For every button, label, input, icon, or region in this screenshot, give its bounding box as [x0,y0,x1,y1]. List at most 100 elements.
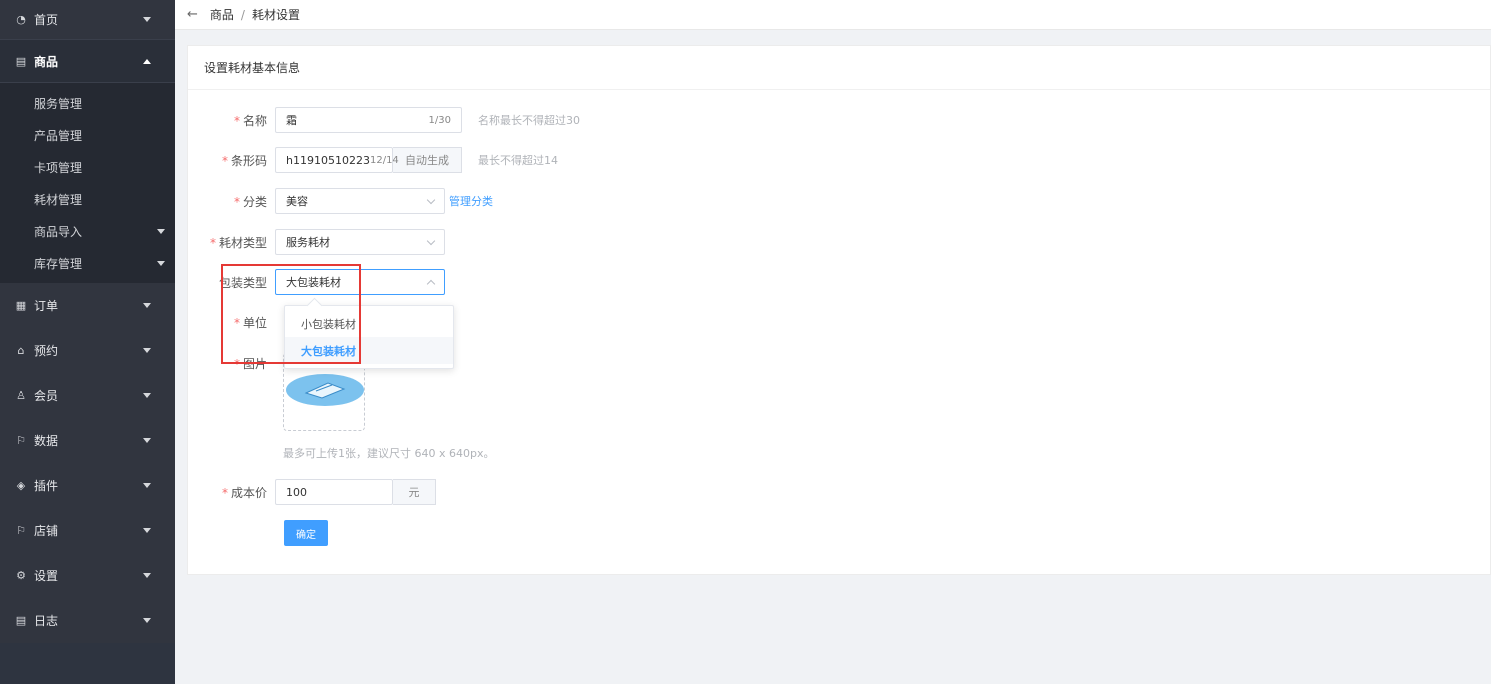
order-icon: ▦ [15,299,27,312]
option-large-package[interactable]: 大包装耗材 [285,337,453,364]
nav-member-label: 会员 [34,389,59,403]
name-label: * 名称 [233,113,267,128]
image-hint-row: 最多可上传1张，建议尺寸 640 x 640px。 [283,440,494,466]
category-value: 美容 [286,195,308,208]
option-small-package[interactable]: 小包装耗材 [285,310,453,337]
image-label-text: 图片 [242,356,267,371]
nav-order[interactable]: ▦ 订单 [0,283,175,328]
cost-value: 100 [286,485,307,499]
category-select[interactable]: 美容 [275,188,445,214]
chevron-down-icon [426,236,436,245]
goods-submenu: 服务管理 产品管理 卡项管理 耗材管理 商品导入 库存管理 [0,83,175,283]
barcode-label: * 条形码 [221,153,267,168]
sidebar-item-service[interactable]: 服务管理 [0,87,175,119]
breadcrumb-goods[interactable]: 商品 [210,6,234,23]
barcode-hint: 最长不得超过14 [478,154,558,167]
name-input[interactable]: 霜 1/30 [275,107,462,133]
sidebar-item-consumable[interactable]: 耗材管理 [0,183,175,215]
consumable-type-row: * 耗材类型 服务耗材 [183,229,445,255]
chevron-down-icon [426,195,436,204]
nav-log-label: 日志 [34,614,59,628]
name-label-text: 名称 [242,113,267,128]
document-icon: ▤ [15,54,27,68]
breadcrumb: ← 商品 / 耗材设置 [175,0,1491,30]
package-type-dropdown: 小包装耗材 大包装耗材 [284,305,454,369]
barcode-count: 12/14 [369,154,399,166]
barcode-input[interactable]: h11910510223 12/14 [275,147,399,173]
nav-store-label: 店铺 [34,524,59,538]
nav-member[interactable]: ♙ 会员 [0,373,175,418]
nav-order-label: 订单 [34,299,59,313]
consumable-type-label-text: 耗材类型 [218,235,267,250]
unit-row: * 单位 [183,309,275,335]
name-hint: 名称最长不得超过30 [478,114,580,127]
chevron-down-icon [143,528,151,533]
nav-home[interactable]: ◔ 首页 [0,0,175,40]
cost-input[interactable]: 100 [275,479,393,505]
dashboard-icon: ◔ [16,13,26,26]
chevron-down-icon [157,228,165,234]
nav-goods[interactable]: ▤ 商品 [0,40,175,83]
nav-appointment-label: 预约 [34,344,59,358]
flag-icon: ⚐ [16,434,26,447]
image-row: * 图片 [183,350,275,376]
image-label: * 图片 [233,356,267,371]
consumable-type-select[interactable]: 服务耗材 [275,229,445,255]
chevron-up-icon [426,279,436,288]
consumable-type-label: * 耗材类型 [209,235,267,250]
nav-log[interactable]: ▤ 日志 [0,598,175,643]
cost-label-text: 成本价 [230,485,267,500]
flag-icon: ⚐ [16,524,26,537]
sidebar-item-product[interactable]: 产品管理 [0,119,175,151]
unit-label-text: 单位 [242,315,267,330]
sidebar-item-import[interactable]: 商品导入 [0,215,175,247]
chevron-down-icon [143,573,151,578]
nav-goods-label: 商品 [34,54,59,69]
nav-plugin[interactable]: ◈ 插件 [0,463,175,508]
chevron-up-icon [143,58,151,64]
package-type-value: 大包装耗材 [286,276,341,289]
nav-settings-label: 设置 [34,569,59,583]
package-type-select[interactable]: 大包装耗材 [275,269,445,295]
cost-unit: 元 [393,479,436,505]
log-icon: ▤ [15,614,27,627]
nav-data[interactable]: ⚐ 数据 [0,418,175,463]
package-image-icon [304,382,346,399]
nav-settings[interactable]: ⚙ 设置 [0,553,175,598]
user-icon: ♙ [16,389,26,402]
gear-icon: ⚙ [16,569,26,582]
nav-appointment[interactable]: ⌂ 预约 [0,328,175,373]
breadcrumb-separator: / [240,7,245,22]
chevron-down-icon [157,260,165,266]
sidebar-item-stock[interactable]: 库存管理 [0,247,175,279]
cost-label: * 成本价 [221,485,267,500]
manage-category-link[interactable]: 管理分类 [449,193,493,209]
breadcrumb-current: 耗材设置 [251,8,300,22]
package-type-label: 包装类型 [218,275,267,290]
chevron-down-icon [143,438,151,443]
nav-plugin-label: 插件 [34,479,59,493]
auto-generate-button[interactable]: 自动生成 [393,147,462,173]
chevron-down-icon [143,618,151,623]
submit-button[interactable]: 确定 [284,520,328,546]
cube-icon: ◈ [16,479,26,492]
nav-data-label: 数据 [34,434,59,448]
card-title: 设置耗材基本信息 [188,46,1490,90]
sidebar-item-stock-label: 库存管理 [34,256,83,271]
barcode-label-text: 条形码 [230,153,267,168]
cost-row: * 成本价 100 元 [183,479,436,505]
unit-label: * 单位 [233,315,267,330]
back-arrow-icon[interactable]: ← [187,7,198,22]
name-row: * 名称 霜 1/30 名称最长不得超过30 [183,107,580,133]
name-value: 霜 [286,114,297,127]
uploaded-image [286,374,364,406]
package-type-row: 包装类型 大包装耗材 [183,269,445,295]
sidebar-item-card[interactable]: 卡项管理 [0,151,175,183]
name-count: 1/30 [428,114,451,126]
image-hint: 最多可上传1张，建议尺寸 640 x 640px。 [283,447,495,460]
nav-store[interactable]: ⚐ 店铺 [0,508,175,553]
sidebar: ◔ 首页 ▤ 商品 服务管理 产品管理 卡项管理 耗材管理 商品导入 库存管理 … [0,0,175,684]
nav-home-label: 首页 [34,13,59,27]
home-icon: ⌂ [17,344,25,357]
chevron-down-icon [143,393,151,398]
